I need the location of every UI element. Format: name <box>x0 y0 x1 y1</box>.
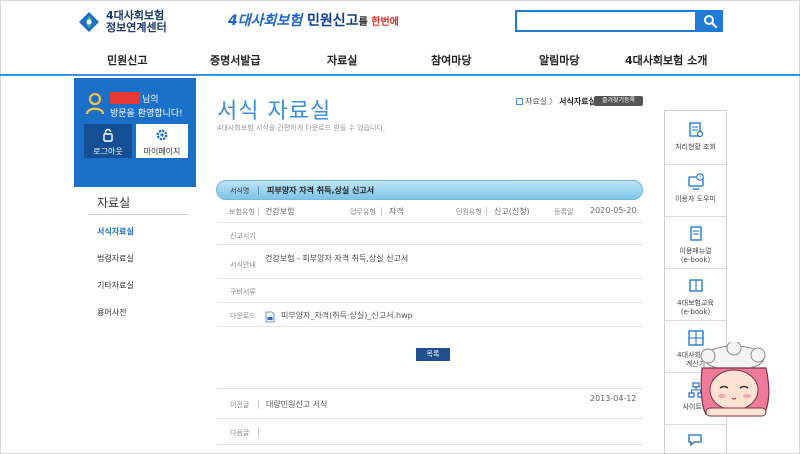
user-name-suffix: 님의 <box>142 95 159 105</box>
banner-part-1: 4대사회보험 <box>228 13 303 29</box>
row-divider <box>217 222 643 223</box>
quick-item-label: 4대보험교육 (e-book) <box>677 299 714 316</box>
page-title: 서식 자료실 <box>217 99 332 124</box>
breadcrumb-current: 서식자료실 <box>559 97 596 106</box>
chat-icon <box>688 434 702 447</box>
insurance-type-value: 건강보험 <box>265 207 295 216</box>
search-button[interactable] <box>697 10 723 32</box>
home-icon[interactable] <box>516 98 523 105</box>
logout-icon <box>103 128 113 142</box>
hwp-file-icon <box>265 311 275 323</box>
nav-divider <box>258 400 259 409</box>
insurance-type-label: 보험유형 <box>229 208 255 216</box>
promo-banner[interactable]: 4대사회보험 민원신고를 한번에 <box>228 10 399 30</box>
quick-item-label: 이용매뉴얼 (e-book) <box>679 247 712 264</box>
row-divider <box>217 278 643 279</box>
logo-mark-icon <box>79 12 99 32</box>
site-logo[interactable]: 4대사회보험 정보연계센터 <box>78 10 167 34</box>
row-divider <box>217 326 643 327</box>
docs-label: 구비서류 <box>230 288 256 296</box>
gear-icon <box>156 129 168 141</box>
page-description: 4대사회보험 서식을 간편하게 다운로드 받을 수 있습니다. <box>217 124 386 132</box>
form-name-value: 피부양자 자격 취득,상실 신고서 <box>267 186 375 195</box>
prev-label: 이전글 <box>230 401 250 409</box>
form-name-label: 서식명 <box>230 187 250 195</box>
sidebar-item-forms[interactable]: 서식자료실 <box>97 226 134 237</box>
timing-label: 신고시기 <box>230 232 256 240</box>
sidebar-item-etc[interactable]: 기타자료실 <box>97 280 134 291</box>
gnb-item-participation[interactable]: 참여마당 <box>431 52 471 68</box>
sidebar-title: 자료실 <box>97 196 131 210</box>
row-divider <box>217 244 643 245</box>
banner-part-2: 민원신고 <box>302 13 359 29</box>
gnb-item-complaint[interactable]: 민원신고 <box>107 52 147 68</box>
document-search-icon <box>689 122 704 138</box>
download-file-link[interactable]: 피부양자_자격(취득·상실)_신고서.hwp <box>281 310 413 321</box>
row-divider <box>217 388 643 389</box>
civil-type-value: 신고(신청) <box>494 207 530 216</box>
user-avatar-icon <box>86 93 104 115</box>
guide-label: 서식안내 <box>230 261 256 269</box>
form-title-bar: 서식명 피부양자 자격 취득,상실 신고서 <box>216 180 643 200</box>
nav-divider <box>258 428 259 437</box>
breadcrumb-parent[interactable]: 자료실 <box>525 96 547 107</box>
main-navigation: 민원신고 증명서발급 자료실 참여마당 알림마당 4대사회보험 소개 <box>0 44 800 76</box>
row-divider <box>217 444 643 445</box>
logout-button[interactable]: 로그아웃 <box>84 124 132 158</box>
quick-item-label: 이용자 도우미 <box>675 195 716 203</box>
meta-divider <box>258 207 259 216</box>
civil-type-label: 민원유형 <box>456 208 482 216</box>
user-box: 님의 방문을 환영합니다! 로그아웃 마이페이지 <box>74 78 196 184</box>
list-button[interactable]: 목록 <box>416 348 450 361</box>
quick-item-manual[interactable]: 이용매뉴얼 (e-book) <box>665 217 726 269</box>
meta-divider <box>381 207 382 216</box>
sidebar-item-laws[interactable]: 법령자료실 <box>97 253 134 264</box>
user-name-redacted <box>110 92 140 104</box>
quick-item-education[interactable]: 4대보험교육 (e-book) <box>665 269 726 321</box>
logout-label: 로그아웃 <box>93 147 123 156</box>
ebook-icon <box>690 226 702 241</box>
search-input[interactable] <box>515 10 697 32</box>
row-divider <box>217 302 643 303</box>
banner-part-3: 를 <box>358 17 372 28</box>
meta-divider <box>486 207 487 216</box>
gnb-item-certificate[interactable]: 증명서발급 <box>210 52 261 68</box>
character-sticker <box>700 342 770 417</box>
help-monitor-icon: ? <box>688 173 704 190</box>
work-type-label: 업무유형 <box>350 208 376 216</box>
sidebar-divider <box>88 214 188 215</box>
mypage-button[interactable]: 마이페이지 <box>136 124 188 158</box>
date-value: 2020-05-20 <box>590 206 637 215</box>
welcome-text: 방문을 환영합니다! <box>110 109 183 119</box>
gnb-item-notice[interactable]: 알림마당 <box>539 52 579 68</box>
prev-post-link[interactable]: 대량민원신고 서식 <box>266 399 327 410</box>
mypage-label: 마이페이지 <box>143 147 181 156</box>
sidebar-item-glossary[interactable]: 용어사전 <box>97 307 126 318</box>
date-label: 등록일 <box>554 208 574 216</box>
favorite-button[interactable]: 즐겨찾기등록 <box>594 96 643 106</box>
download-label: 다운로드 <box>230 312 256 320</box>
education-book-icon <box>689 279 703 292</box>
guide-value: 건강보험 - 피부양자 자격 취득,상실 신고서 <box>265 254 409 263</box>
breadcrumb-separator: 〉 <box>549 97 558 106</box>
prev-post-date: 2013-04-12 <box>590 394 637 403</box>
quick-item-status[interactable]: 처리현황 조회 <box>665 113 726 165</box>
gnb-item-about[interactable]: 4대사회보험 소개 <box>625 52 707 68</box>
banner-part-4: 한번에 <box>371 17 399 28</box>
title-bar-divider <box>258 186 259 195</box>
next-label: 다음글 <box>230 429 250 437</box>
breadcrumb: 자료실 〉 서식자료실 <box>516 96 596 107</box>
work-type-value: 자격 <box>389 207 404 216</box>
user-box-underline <box>74 184 196 187</box>
gnb-item-archive[interactable]: 자료실 <box>327 52 357 68</box>
logo-text: 4대사회보험 정보연계센터 <box>106 9 167 34</box>
quick-item-helper[interactable]: ? 이용자 도우미 <box>665 165 726 217</box>
row-divider <box>217 418 643 419</box>
quick-item-chat[interactable] <box>665 425 726 453</box>
search-icon <box>704 15 717 28</box>
quick-item-label: 처리현황 조회 <box>675 143 716 151</box>
